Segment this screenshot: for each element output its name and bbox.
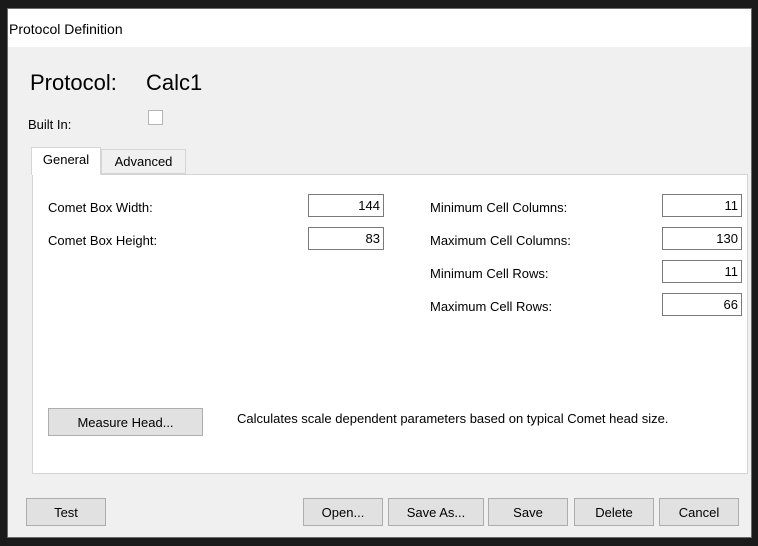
max-cell-rows-field[interactable]	[662, 293, 742, 316]
protocol-label: Protocol:	[30, 70, 117, 95]
general-tab-panel: Comet Box Width: Comet Box Height: Minim…	[32, 174, 748, 474]
built-in-checkbox[interactable]	[148, 110, 163, 125]
tab-advanced[interactable]: Advanced	[101, 149, 186, 174]
measure-head-description: Calculates scale dependent parameters ba…	[237, 411, 669, 426]
protocol-definition-dialog: Protocol Definition Protocol: Calc1 Buil…	[7, 8, 752, 538]
open-button[interactable]: Open...	[303, 498, 383, 526]
max-cell-columns-field[interactable]	[662, 227, 742, 250]
measure-head-button[interactable]: Measure Head...	[48, 408, 203, 436]
max-cell-columns-label: Maximum Cell Columns:	[430, 233, 571, 248]
comet-box-width-label: Comet Box Width:	[48, 200, 153, 215]
title-bar: Protocol Definition	[8, 9, 751, 47]
cancel-button[interactable]: Cancel	[659, 498, 739, 526]
comet-box-height-label: Comet Box Height:	[48, 233, 158, 248]
save-button[interactable]: Save	[488, 498, 568, 526]
window-title: Protocol Definition	[9, 21, 123, 37]
protocol-name: Calc1	[146, 70, 203, 95]
tab-general[interactable]: General	[31, 147, 101, 175]
min-cell-rows-label: Minimum Cell Rows:	[430, 266, 549, 281]
min-cell-columns-label: Minimum Cell Columns:	[430, 200, 568, 215]
save-as-button[interactable]: Save As...	[388, 498, 484, 526]
max-cell-rows-label: Maximum Cell Rows:	[430, 299, 553, 314]
comet-box-width-field[interactable]	[308, 194, 384, 217]
built-in-label: Built In:	[28, 117, 72, 132]
min-cell-rows-field[interactable]	[662, 260, 742, 283]
test-button[interactable]: Test	[26, 498, 106, 526]
delete-button[interactable]: Delete	[574, 498, 654, 526]
comet-box-height-field[interactable]	[308, 227, 384, 250]
min-cell-columns-field[interactable]	[662, 194, 742, 217]
